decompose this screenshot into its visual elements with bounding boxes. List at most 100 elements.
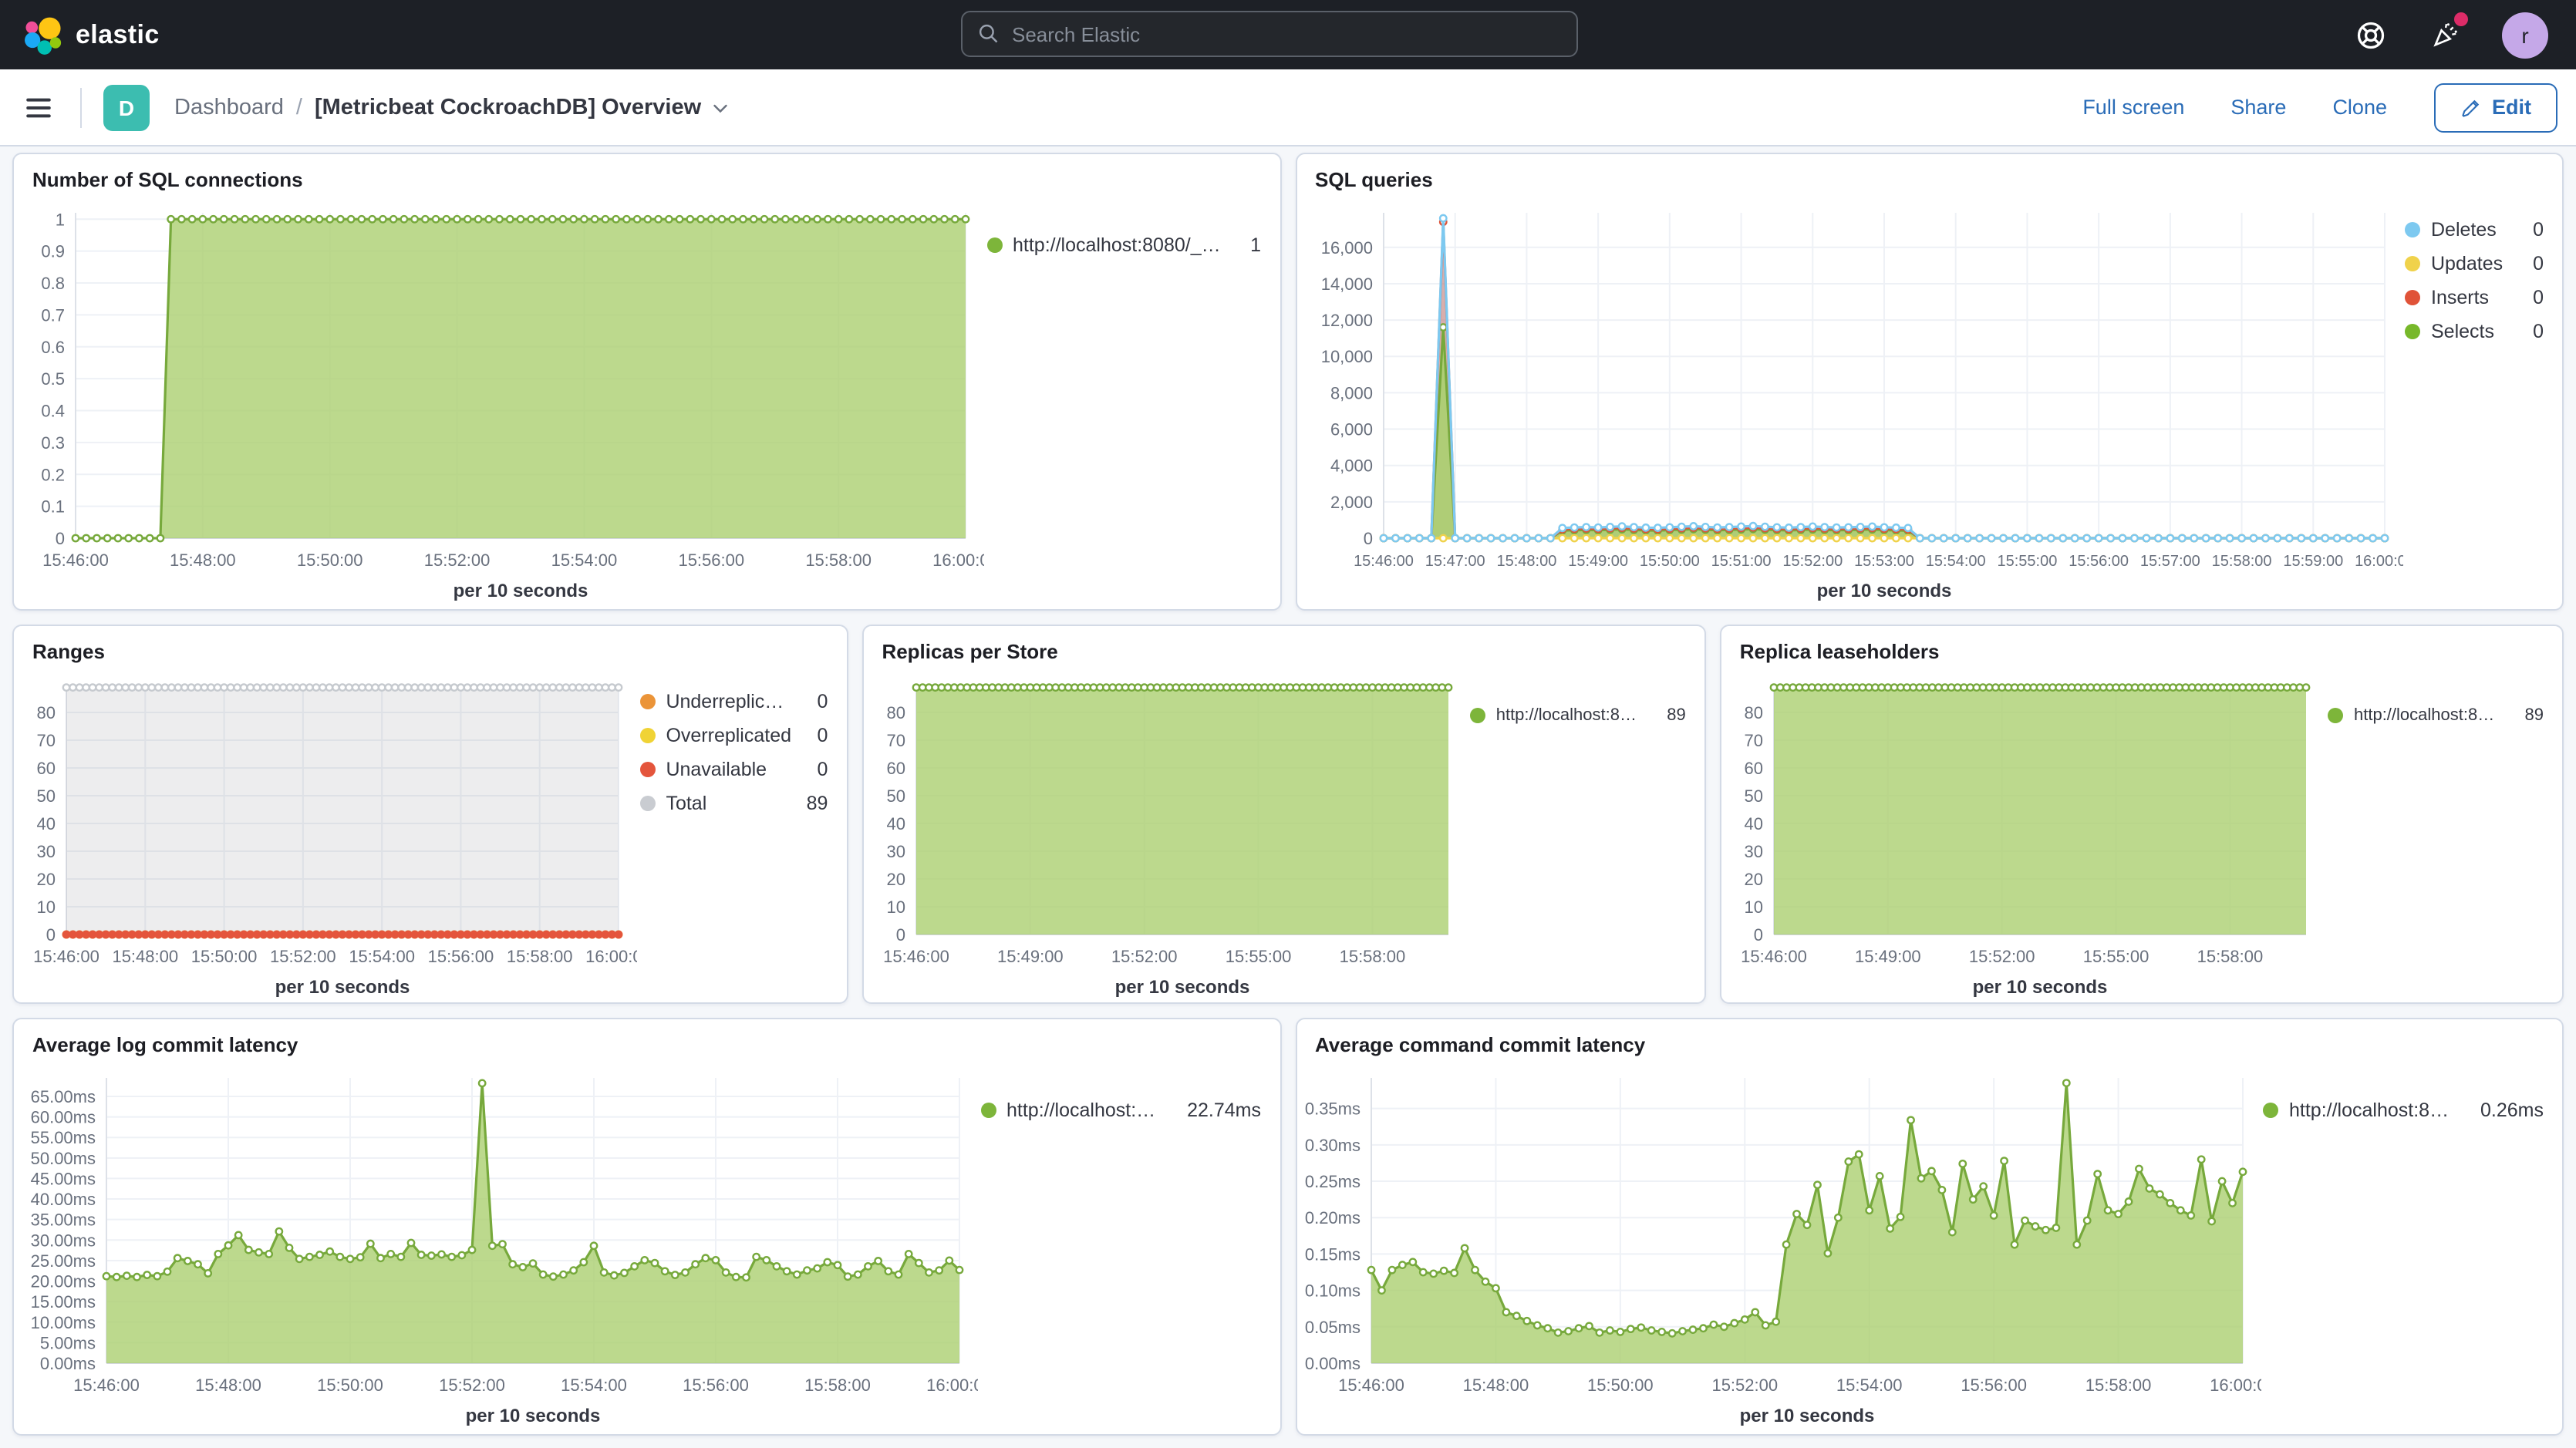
- legend-value: 89: [2513, 706, 2544, 725]
- svg-text:10: 10: [886, 897, 905, 917]
- chart-replicas-per-store[interactable]: 8070605040302010015:46:0015:49:0015:52:0…: [863, 666, 1466, 1002]
- legend: http://localhost:8080/_sta...89: [2325, 666, 2562, 1002]
- svg-text:20.00ms: 20.00ms: [31, 1272, 96, 1291]
- legend-item[interactable]: Inserts0: [2405, 287, 2544, 308]
- svg-text:15:46:00: 15:46:00: [42, 551, 109, 570]
- breadcrumb-dashboard[interactable]: Dashboard: [174, 95, 284, 120]
- legend-value: 0: [805, 759, 828, 780]
- svg-text:15:46:00: 15:46:00: [1337, 1376, 1404, 1395]
- svg-text:0.00ms: 0.00ms: [40, 1354, 96, 1373]
- share-button[interactable]: Share: [2230, 96, 2286, 119]
- legend-value: 0: [805, 725, 828, 746]
- svg-text:15:52:00: 15:52:00: [1782, 553, 1842, 570]
- chart-sql-connections[interactable]: 10.90.80.70.60.50.40.30.20.1015:46:0015:…: [14, 194, 983, 609]
- svg-text:0: 0: [895, 925, 905, 945]
- svg-text:15:48:00: 15:48:00: [195, 1376, 261, 1395]
- svg-text:0.6: 0.6: [41, 338, 65, 357]
- space-badge[interactable]: D: [103, 84, 150, 130]
- menu-icon[interactable]: [22, 90, 56, 124]
- global-header: elastic Search Elastic: [0, 0, 2576, 69]
- svg-text:60.00ms: 60.00ms: [31, 1108, 96, 1127]
- legend-item[interactable]: Underreplicated0: [639, 691, 828, 712]
- svg-text:40.00ms: 40.00ms: [31, 1190, 96, 1209]
- svg-text:15:56:00: 15:56:00: [678, 551, 744, 570]
- legend-item[interactable]: Total89: [639, 793, 828, 814]
- svg-text:10,000: 10,000: [1320, 347, 1372, 366]
- svg-text:per 10 seconds: per 10 seconds: [1739, 1406, 1874, 1426]
- legend-item[interactable]: Updates0: [2405, 253, 2544, 274]
- clone-button[interactable]: Clone: [2332, 96, 2387, 119]
- svg-text:10: 10: [1744, 897, 1762, 917]
- legend-dot: [2263, 1103, 2278, 1118]
- svg-text:35.00ms: 35.00ms: [31, 1211, 96, 1230]
- svg-text:15:50:00: 15:50:00: [1639, 553, 1699, 570]
- legend-item[interactable]: http://localhost:8080...0.26ms: [2263, 1099, 2544, 1121]
- legend-item[interactable]: Deletes0: [2405, 219, 2544, 241]
- svg-text:15:55:00: 15:55:00: [1996, 553, 2056, 570]
- svg-text:14,000: 14,000: [1320, 274, 1372, 294]
- svg-text:60: 60: [1744, 759, 1762, 778]
- svg-text:0.1: 0.1: [41, 497, 65, 517]
- help-icon[interactable]: [2354, 18, 2388, 52]
- chart-replica-leaseholders[interactable]: 8070605040302010015:46:0015:49:0015:52:0…: [1721, 666, 2325, 1002]
- chart-log-commit-latency[interactable]: 65.00ms60.00ms55.00ms50.00ms45.00ms40.00…: [14, 1059, 977, 1434]
- legend-item[interactable]: http://localhost:8080/_sta...89: [2328, 706, 2544, 725]
- panel-title[interactable]: Average log commit latency: [14, 1019, 1280, 1059]
- news-icon[interactable]: [2428, 18, 2462, 52]
- full-screen-button[interactable]: Full screen: [2082, 96, 2184, 119]
- elastic-logo[interactable]: elastic: [0, 15, 160, 55]
- edit-button[interactable]: Edit: [2433, 83, 2557, 132]
- panel-title[interactable]: Replicas per Store: [863, 626, 1704, 666]
- svg-text:15:53:00: 15:53:00: [1853, 553, 1913, 570]
- chart-svg: 10.90.80.70.60.50.40.30.20.1015:46:0015:…: [14, 194, 984, 609]
- svg-text:15:56:00: 15:56:00: [428, 947, 494, 966]
- legend-item[interactable]: Overreplicated0: [639, 725, 828, 746]
- svg-text:15:58:00: 15:58:00: [2211, 553, 2271, 570]
- panel-title[interactable]: SQL queries: [1296, 154, 2562, 194]
- legend-value: 0: [2520, 253, 2544, 274]
- svg-text:15:52:00: 15:52:00: [1111, 947, 1177, 966]
- svg-text:15:58:00: 15:58:00: [1339, 947, 1405, 966]
- svg-text:65.00ms: 65.00ms: [31, 1087, 96, 1106]
- svg-text:16:00:00: 16:00:00: [2354, 553, 2402, 570]
- svg-text:50: 50: [886, 786, 905, 806]
- legend-item[interactable]: Unavailable0: [639, 759, 828, 780]
- svg-text:15:46:00: 15:46:00: [1741, 947, 1807, 966]
- panel-log-commit-latency: Average log commit latency 65.00ms 60.00m…: [12, 1018, 1281, 1436]
- pencil-icon: [2460, 96, 2481, 118]
- toolbar-divider: [80, 87, 82, 127]
- svg-text:15:46:00: 15:46:00: [33, 947, 99, 966]
- svg-text:15:50:00: 15:50:00: [191, 947, 258, 966]
- svg-text:0.25ms: 0.25ms: [1304, 1172, 1360, 1191]
- search-icon: [978, 23, 1000, 45]
- chart-ranges[interactable]: 8070605040302010015:46:0015:48:0015:50:0…: [14, 666, 636, 1002]
- svg-text:15:50:00: 15:50:00: [297, 551, 363, 570]
- panel-sql-queries: SQL queries 16,00014,00012,00010,0008,00…: [1295, 153, 2564, 611]
- svg-text:15:54:00: 15:54:00: [561, 1376, 627, 1395]
- legend-item[interactable]: Selects0: [2405, 321, 2544, 342]
- avatar[interactable]: r: [2502, 12, 2548, 58]
- panel-title[interactable]: Average command commit latency: [1296, 1019, 2562, 1059]
- svg-text:0.9: 0.9: [41, 242, 65, 261]
- search-input[interactable]: Search Elastic: [961, 11, 1578, 57]
- svg-text:15:52:00: 15:52:00: [270, 947, 336, 966]
- legend-value: 1: [1238, 234, 1261, 256]
- legend-dot: [639, 762, 655, 777]
- legend-label: http://localhost:8080/_sta...: [1496, 706, 1644, 725]
- svg-text:15:57:00: 15:57:00: [2139, 553, 2200, 570]
- svg-text:8,000: 8,000: [1330, 383, 1372, 402]
- svg-text:15:58:00: 15:58:00: [805, 551, 872, 570]
- panel-title[interactable]: Replica leaseholders: [1721, 626, 2562, 666]
- panel-title[interactable]: Ranges: [14, 626, 846, 666]
- chart-sql-queries[interactable]: 16,00014,00012,00010,0008,0006,0004,0002…: [1296, 194, 2402, 609]
- svg-text:per 10 seconds: per 10 seconds: [1816, 581, 1951, 601]
- svg-text:15:49:00: 15:49:00: [1567, 553, 1627, 570]
- svg-text:30.00ms: 30.00ms: [31, 1231, 96, 1250]
- chart-command-commit-latency[interactable]: 0.35ms0.30ms0.25ms0.20ms0.15ms0.10ms0.05…: [1296, 1059, 2260, 1434]
- legend-item[interactable]: http://localhost:808...22.74ms: [980, 1099, 1261, 1121]
- legend-item[interactable]: http://localhost:8080/_stat...1: [986, 234, 1261, 256]
- svg-text:15:49:00: 15:49:00: [1855, 947, 1921, 966]
- page-title[interactable]: [Metricbeat CockroachDB] Overview: [315, 95, 729, 120]
- legend-item[interactable]: http://localhost:8080/_sta...89: [1470, 706, 1686, 725]
- panel-title[interactable]: Number of SQL connections: [14, 154, 1280, 194]
